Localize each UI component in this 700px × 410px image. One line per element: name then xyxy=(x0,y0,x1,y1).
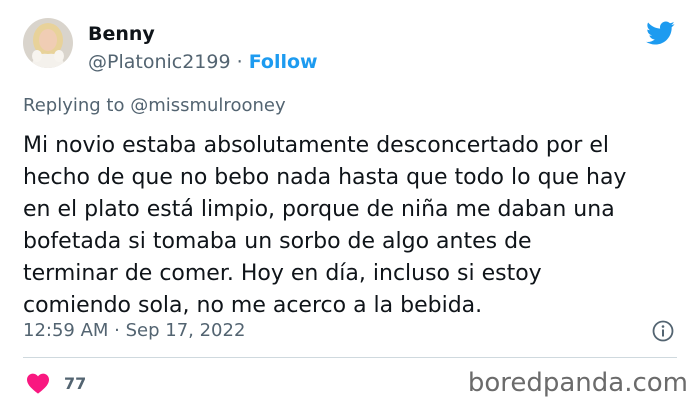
tweet-text-line: comiendo sola, no me acerco a la bebida. xyxy=(23,293,483,318)
info-icon[interactable] xyxy=(651,319,675,343)
tweet-text: Mi novio estaba absolutamente desconcert… xyxy=(23,130,683,322)
tweet-text-line: en el plato está limpio, porque de niña … xyxy=(23,197,615,222)
tweet-timestamp[interactable]: 12:59 AM · Sep 17, 2022 xyxy=(23,319,245,343)
heart-icon xyxy=(27,373,49,394)
author-meta: @Platonic2199 · Follow xyxy=(88,50,318,74)
avatar-image xyxy=(23,18,73,68)
tweet-text-line: bofetada si tomaba un sorbo de algo ante… xyxy=(23,229,532,254)
watermark: boredpanda.com xyxy=(467,368,688,398)
author-name[interactable]: Benny xyxy=(88,22,318,46)
meta-separator: · xyxy=(236,51,243,73)
avatar[interactable] xyxy=(23,18,73,68)
follow-button[interactable]: Follow xyxy=(249,51,318,73)
author-block: Benny @Platonic2199 · Follow xyxy=(88,22,318,74)
tweet-text-line: hecho de que no bebo nada hasta que todo… xyxy=(23,165,627,190)
author-handle[interactable]: @Platonic2199 xyxy=(88,51,231,73)
tweet-text-line: terminar de comer. Hoy en día, incluso s… xyxy=(23,261,542,286)
tweet-card: Benny @Platonic2199 · Follow Replying to… xyxy=(0,0,700,410)
like-button[interactable]: 77 xyxy=(26,372,86,394)
replying-to[interactable]: Replying to @missmulrooney xyxy=(23,94,286,118)
twitter-bird-icon[interactable] xyxy=(643,18,677,48)
tweet-text-line: Mi novio estaba absolutamente desconcert… xyxy=(23,133,609,158)
like-count: 77 xyxy=(64,373,87,393)
divider xyxy=(23,357,677,358)
